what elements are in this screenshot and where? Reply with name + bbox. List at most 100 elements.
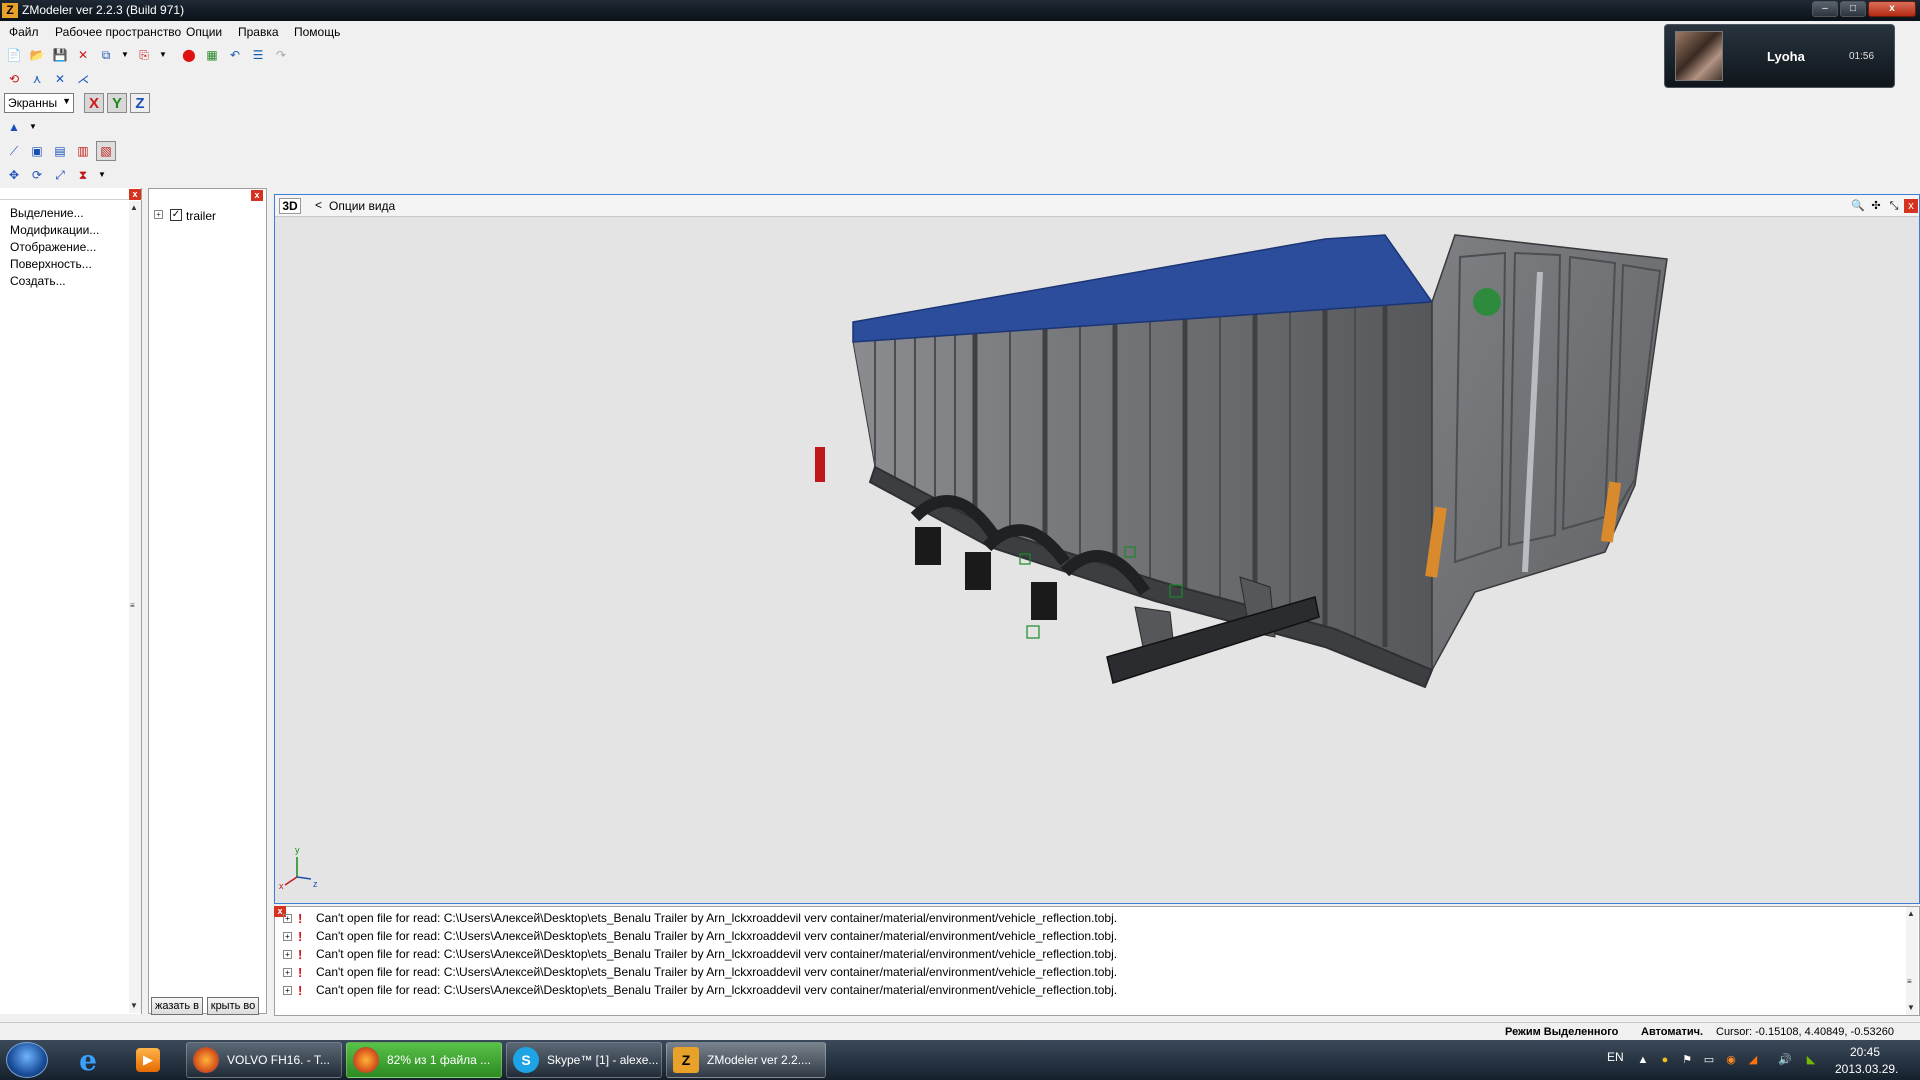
select-edge-icon[interactable]: ✕: [50, 69, 70, 89]
open-folder-icon[interactable]: 📂: [27, 45, 47, 65]
create-line-icon[interactable]: ⟋: [4, 141, 24, 161]
scroll-up-icon[interactable]: ▲: [1907, 909, 1915, 918]
show-hidden-icons[interactable]: ▲: [1636, 1053, 1650, 1067]
tree-checkbox[interactable]: ✓: [170, 209, 182, 221]
select-face-icon[interactable]: ⋌: [73, 69, 93, 89]
tray-app-icon[interactable]: ●: [1658, 1053, 1672, 1067]
taskbar-item-firefox[interactable]: VOLVO FH16. - T...: [186, 1042, 342, 1078]
create-sphere-icon[interactable]: ▥: [73, 141, 93, 161]
language-indicator[interactable]: EN: [1607, 1050, 1624, 1064]
log-entry[interactable]: + ! Can't open file for read: C:\Users\А…: [283, 927, 1117, 945]
taskbar-item-zmodeler[interactable]: Z ZModeler ver 2.2....: [666, 1042, 826, 1078]
log-entry[interactable]: + ! Can't open file for read: C:\Users\А…: [283, 963, 1117, 981]
axis-z-button[interactable]: Z: [130, 93, 150, 113]
panel-item-create[interactable]: Создать...: [10, 274, 66, 288]
record-icon[interactable]: ⬤: [179, 45, 199, 65]
create-cylinder-icon[interactable]: ▤: [50, 141, 70, 161]
expand-icon[interactable]: +: [283, 949, 292, 959]
menu-options[interactable]: Опции: [186, 25, 222, 39]
axis-y-button[interactable]: Y: [107, 93, 127, 113]
scroll-grip-icon[interactable]: ≡: [1907, 977, 1912, 986]
panel-item-selection[interactable]: Выделение...: [10, 206, 84, 220]
tray-app-icon-2[interactable]: ◉: [1724, 1053, 1738, 1067]
maximize-button[interactable]: □: [1840, 1, 1866, 17]
new-file-icon[interactable]: 📄: [4, 45, 24, 65]
warning-icon: !: [298, 964, 303, 980]
expand-icon[interactable]: +: [283, 931, 292, 941]
left-panel-scrollbar[interactable]: ▲ ≡ ▼: [129, 201, 141, 1013]
view-select[interactable]: Экранны ▼: [4, 93, 74, 113]
render-icon[interactable]: ▦: [202, 45, 222, 65]
clock-time[interactable]: 20:45: [1850, 1045, 1880, 1059]
scroll-grip-icon[interactable]: ≡: [130, 601, 135, 610]
dropdown-arrow-icon[interactable]: ▼: [96, 165, 108, 185]
tree-expand-icon[interactable]: +: [154, 210, 163, 219]
undo-icon[interactable]: ↶: [225, 45, 245, 65]
media-player-icon[interactable]: ▶: [124, 1043, 172, 1077]
move-icon[interactable]: ✥: [4, 165, 24, 185]
menu-help[interactable]: Помощь: [294, 25, 340, 39]
create-object-icon[interactable]: ▧: [96, 141, 116, 161]
select-vertex-icon[interactable]: ⋏: [27, 69, 47, 89]
panel-item-display[interactable]: Отображение...: [10, 240, 96, 254]
network-icon[interactable]: ▭: [1702, 1053, 1716, 1067]
export-icon[interactable]: ⎘: [134, 45, 154, 65]
viewport-canvas[interactable]: y x z: [275, 217, 1919, 903]
start-button[interactable]: [6, 1042, 48, 1078]
menu-edit[interactable]: Правка: [238, 25, 279, 39]
nvidia-icon[interactable]: ◣: [1804, 1053, 1818, 1067]
hide-all-button[interactable]: крыть во: [207, 997, 259, 1015]
taskbar-item-skype[interactable]: S Skype™ [1] - alexe...: [506, 1042, 662, 1078]
scroll-up-icon[interactable]: ▲: [130, 203, 138, 212]
view-mode-button[interactable]: 3D: [279, 198, 301, 214]
expand-icon[interactable]: +: [283, 967, 292, 977]
menu-workspace[interactable]: Рабочее пространство: [55, 25, 181, 39]
log-entry[interactable]: + ! Can't open file for read: C:\Users\А…: [283, 981, 1117, 999]
redo-icon[interactable]: ↷: [271, 45, 291, 65]
panel-item-surface[interactable]: Поверхность...: [10, 257, 92, 271]
zoom-icon[interactable]: 🔍: [1851, 199, 1865, 213]
axis-x-button[interactable]: X: [84, 93, 104, 113]
clock-date[interactable]: 2013.03.29.: [1835, 1062, 1898, 1076]
maximize-view-icon[interactable]: ⤡: [1887, 199, 1901, 213]
tree-item-trailer[interactable]: trailer: [186, 209, 216, 223]
internet-explorer-icon[interactable]: e: [64, 1043, 112, 1077]
rotate-icon[interactable]: ⟳: [27, 165, 47, 185]
log-entry[interactable]: + ! Can't open file for read: C:\Users\А…: [283, 945, 1117, 963]
dropdown-arrow-icon[interactable]: ▼: [27, 117, 39, 137]
close-icon[interactable]: x: [129, 189, 141, 200]
expand-icon[interactable]: +: [283, 985, 292, 995]
scroll-down-icon[interactable]: ▼: [130, 1001, 138, 1010]
taskbar-item-download[interactable]: 82% из 1 файла ...: [346, 1042, 502, 1078]
scroll-down-icon[interactable]: ▼: [1907, 1003, 1915, 1012]
panel-item-modify[interactable]: Модификации...: [10, 223, 99, 237]
action-center-flag-icon[interactable]: ⚑: [1680, 1053, 1694, 1067]
dropdown-arrow-icon[interactable]: ▼: [119, 45, 131, 65]
viewport[interactable]: 3D < Опции вида 🔍 ✣ ⤡ x y x z: [274, 194, 1920, 904]
log-scrollbar[interactable]: ▲ ≡ ▼: [1906, 907, 1918, 1015]
pivot-icon[interactable]: ▲: [4, 117, 24, 137]
menu-file[interactable]: Файл: [9, 25, 39, 39]
dropdown-arrow-icon[interactable]: ▼: [157, 45, 169, 65]
show-all-button[interactable]: жазать в: [151, 997, 203, 1015]
expand-icon[interactable]: +: [283, 913, 292, 923]
copy-objects-icon[interactable]: ⧉: [96, 45, 116, 65]
tray-app-icon-3[interactable]: ◢: [1746, 1053, 1760, 1067]
morph-icon[interactable]: ⧗: [73, 165, 93, 185]
video-call-overlay[interactable]: Lyoha 01:56: [1664, 24, 1895, 88]
delete-icon[interactable]: ✕: [73, 45, 93, 65]
close-icon[interactable]: x: [251, 190, 263, 201]
close-button[interactable]: x: [1868, 1, 1916, 17]
log-entry[interactable]: + ! Can't open file for read: C:\Users\А…: [283, 909, 1117, 927]
properties-icon[interactable]: ☰: [248, 45, 268, 65]
scale-icon[interactable]: ⤢: [50, 165, 70, 185]
create-box-icon[interactable]: ▣: [27, 141, 47, 161]
save-icon[interactable]: 💾: [50, 45, 70, 65]
close-view-icon[interactable]: x: [1904, 199, 1918, 213]
view-options-back[interactable]: <: [315, 198, 322, 212]
volume-icon[interactable]: 🔊: [1778, 1053, 1792, 1067]
view-options-label[interactable]: Опции вида: [329, 199, 395, 213]
orbit-icon[interactable]: ✣: [1869, 199, 1883, 213]
minimize-button[interactable]: –: [1812, 1, 1838, 17]
lasso-icon[interactable]: ⟲: [4, 69, 24, 89]
